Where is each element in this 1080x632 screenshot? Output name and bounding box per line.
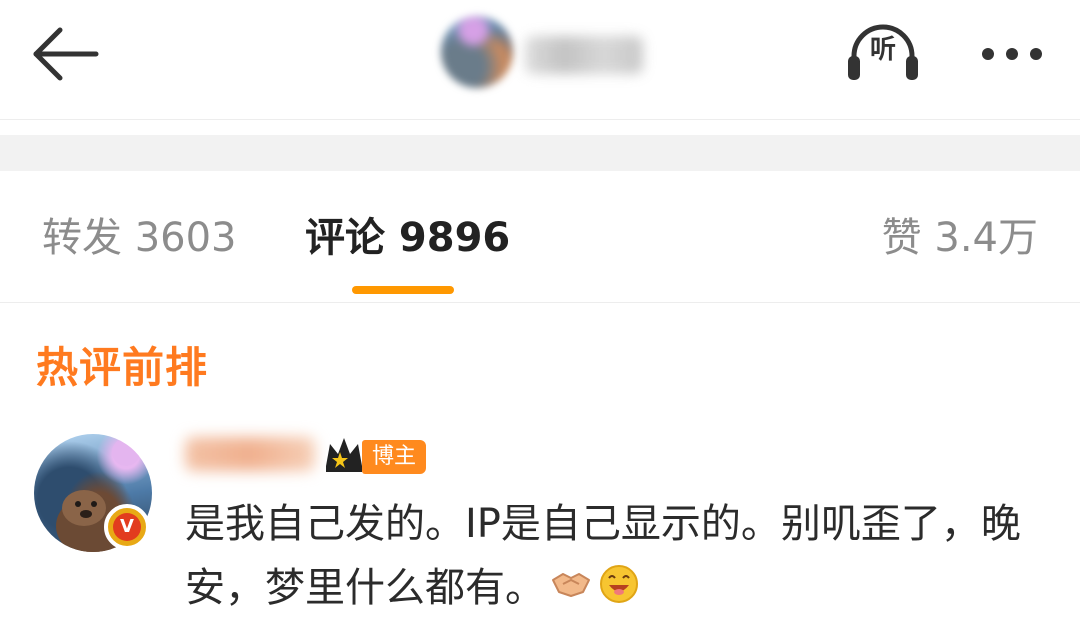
handshake-emoji	[552, 573, 590, 597]
listen-label: 听	[869, 35, 896, 65]
comments-screen: 听 转发 3603 评论 9896 赞 3.4万 热评前排 V 博主 是我自己发…	[0, 0, 1080, 632]
back-button[interactable]	[28, 22, 104, 86]
laughing-face-emoji	[600, 565, 638, 603]
tabs-divider	[0, 302, 1080, 303]
author-avatar-blurred[interactable]	[441, 16, 513, 88]
commenter-name-blurred[interactable]	[185, 437, 315, 471]
arrow-left-icon	[33, 27, 99, 81]
crown-icon	[326, 438, 362, 472]
tab-reposts[interactable]: 转发 3603	[42, 206, 237, 270]
active-tab-indicator	[352, 286, 454, 294]
tab-likes[interactable]: 赞 3.4万	[882, 206, 1038, 270]
more-options-button[interactable]	[972, 32, 1052, 76]
listen-button[interactable]: 听	[844, 22, 922, 84]
comment-body: 是我自己发的。IP是自己显示的。别叽歪了，晚安，梦里什么都有。	[185, 492, 1045, 620]
verified-badge-icon: V	[104, 504, 150, 550]
tab-comments[interactable]: 评论 9896	[305, 206, 510, 270]
top-navigation-bar: 听	[0, 0, 1080, 118]
more-dots-icon	[982, 48, 994, 60]
blogger-badge: 博主	[362, 440, 427, 474]
verified-mark: V	[113, 513, 141, 541]
hot-comments-title: 热评前排	[36, 343, 209, 392]
section-spacer	[0, 135, 1080, 171]
author-name-blurred[interactable]	[525, 36, 643, 74]
header-divider	[0, 119, 1080, 120]
